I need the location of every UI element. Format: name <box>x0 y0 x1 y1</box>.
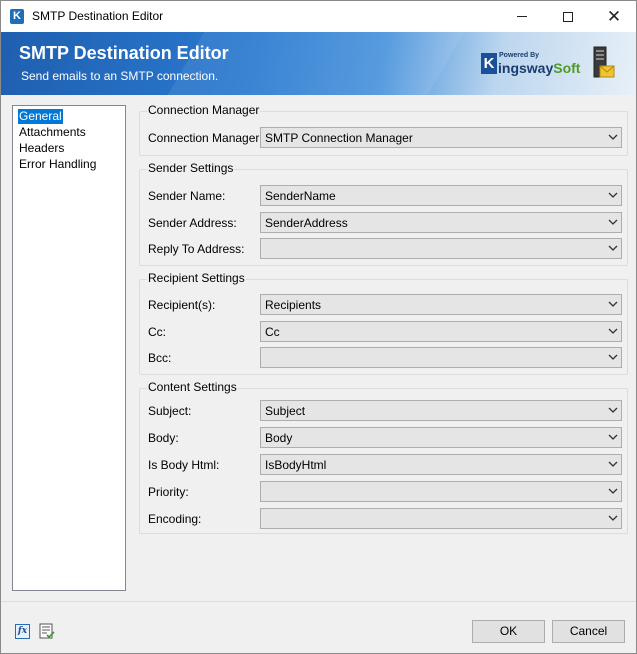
kingswaysoft-app-icon: K <box>10 9 24 24</box>
logo-k-mark: K <box>481 53 497 74</box>
body-dropdown[interactable]: Body <box>260 427 622 448</box>
priority-label: Priority: <box>148 485 189 499</box>
chevron-down-icon <box>608 134 618 140</box>
bcc-label: Bcc: <box>148 351 172 365</box>
recipients-dropdown[interactable]: Recipients <box>260 294 622 315</box>
connection-manager-group-title: Connection Manager <box>147 103 261 117</box>
window-title: SMTP Destination Editor <box>32 9 164 23</box>
variables-list-icon[interactable] <box>39 623 55 639</box>
body-value: Body <box>265 431 293 445</box>
subject-dropdown[interactable]: Subject <box>260 400 622 421</box>
chevron-down-icon <box>608 192 618 198</box>
encoding-dropdown[interactable] <box>260 508 622 529</box>
header-banner: SMTP Destination Editor Send emails to a… <box>1 32 636 95</box>
expression-fx-icon[interactable]: fx <box>15 624 30 639</box>
priority-dropdown[interactable] <box>260 481 622 502</box>
chevron-down-icon <box>608 461 618 467</box>
recipients-label: Recipient(s): <box>148 298 216 312</box>
chevron-down-icon <box>608 354 618 360</box>
connection-manager-group: Connection Manager Connection Manager: S… <box>139 103 628 156</box>
body-label: Body: <box>148 431 179 445</box>
smtp-destination-editor-window: K SMTP Destination Editor ✕ SMTP Destina… <box>0 0 637 654</box>
chevron-down-icon <box>608 488 618 494</box>
cc-value: Cc <box>265 325 280 339</box>
chevron-down-icon <box>608 245 618 251</box>
bcc-dropdown[interactable] <box>260 347 622 368</box>
close-button[interactable]: ✕ <box>591 1 637 32</box>
logo-name: ingswaySoft <box>498 60 581 76</box>
chevron-down-icon <box>608 407 618 413</box>
ok-button[interactable]: OK <box>472 620 545 643</box>
maximize-icon <box>563 11 573 22</box>
subject-value: Subject <box>265 404 306 418</box>
sender-name-label: Sender Name: <box>148 189 226 203</box>
nav-item-headers[interactable]: Headers <box>18 141 65 156</box>
content-settings-group-title: Content Settings <box>147 380 238 394</box>
is-body-html-label: Is Body Html: <box>148 458 220 472</box>
title-bar: K SMTP Destination Editor ✕ <box>1 1 636 32</box>
reply-to-address-label: Reply To Address: <box>148 242 245 256</box>
nav-item-attachments[interactable]: Attachments <box>18 125 87 140</box>
connection-manager-value: SMTP Connection Manager <box>265 131 413 145</box>
banner-title: SMTP Destination Editor <box>19 43 229 63</box>
sender-address-value: SenderAddress <box>265 216 348 230</box>
sender-name-value: SenderName <box>265 189 336 203</box>
encoding-label: Encoding: <box>148 512 202 526</box>
kingswaysoft-logo: K Powered By ingswaySoft <box>481 52 593 78</box>
chevron-down-icon <box>608 434 618 440</box>
nav-item-error-handling[interactable]: Error Handling <box>18 157 97 172</box>
chevron-down-icon <box>608 301 618 307</box>
close-icon: ✕ <box>606 7 622 26</box>
navigation-list: General Attachments Headers Error Handli… <box>12 105 126 591</box>
is-body-html-dropdown[interactable]: IsBodyHtml <box>260 454 622 475</box>
banner-subtitle: Send emails to an SMTP connection. <box>21 69 219 83</box>
footer-divider <box>1 601 636 602</box>
content-settings-group: Content Settings Subject: Subject Body: … <box>139 380 628 534</box>
sender-address-label: Sender Address: <box>148 216 237 230</box>
recipient-settings-group-title: Recipient Settings <box>147 271 246 285</box>
minimize-icon <box>517 16 527 17</box>
minimize-button[interactable] <box>499 1 545 32</box>
sender-settings-group: Sender Settings Sender Name: SenderName … <box>139 161 628 266</box>
nav-item-general[interactable]: General <box>18 109 63 124</box>
cc-dropdown[interactable]: Cc <box>260 321 622 342</box>
cc-label: Cc: <box>148 325 166 339</box>
maximize-button[interactable] <box>545 1 591 32</box>
sender-name-dropdown[interactable]: SenderName <box>260 185 622 206</box>
chevron-down-icon <box>608 328 618 334</box>
sender-settings-group-title: Sender Settings <box>147 161 235 175</box>
is-body-html-value: IsBodyHtml <box>265 458 327 472</box>
recipient-settings-group: Recipient Settings Recipient(s): Recipie… <box>139 271 628 375</box>
connection-manager-label: Connection Manager: <box>148 131 263 145</box>
chevron-down-icon <box>608 219 618 225</box>
smtp-server-icon <box>593 46 615 78</box>
recipients-value: Recipients <box>265 298 322 312</box>
connection-manager-dropdown[interactable]: SMTP Connection Manager <box>260 127 622 148</box>
chevron-down-icon <box>608 515 618 521</box>
reply-to-address-dropdown[interactable] <box>260 238 622 259</box>
cancel-button[interactable]: Cancel <box>552 620 625 643</box>
logo-powered-by: Powered By <box>499 52 540 59</box>
subject-label: Subject: <box>148 404 192 418</box>
sender-address-dropdown[interactable]: SenderAddress <box>260 212 622 233</box>
